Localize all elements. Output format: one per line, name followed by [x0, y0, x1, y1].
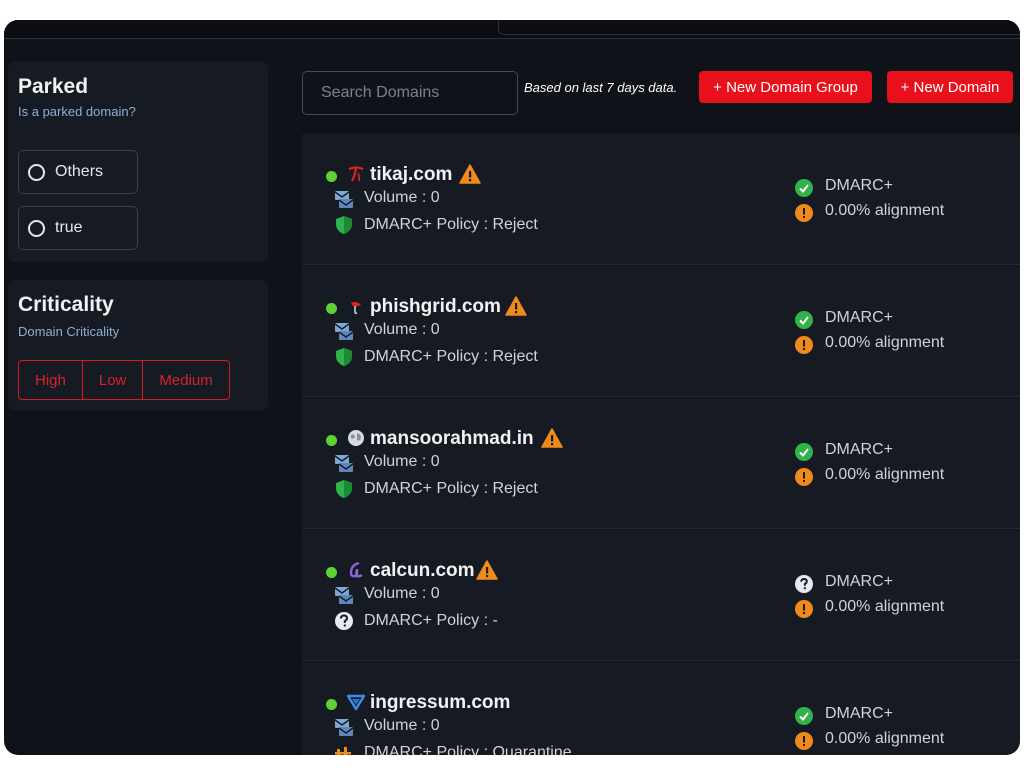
domain-volume: Volume : 0	[364, 585, 440, 602]
domain-volume: Volume : 0	[364, 453, 440, 470]
tikaj-logo-icon	[346, 164, 366, 184]
quarantine-icon	[335, 747, 351, 755]
alignment-value: 0.00% alignment	[825, 730, 945, 747]
domain-name[interactable]: mansoorahmad.in	[370, 428, 534, 450]
criticality-low-button[interactable]: Low	[81, 361, 143, 399]
domain-card[interactable]: calcun.com Volume : 0 DMARC+ Policy : - …	[302, 530, 1020, 661]
domain-card[interactable]: tikaj.com Volume : 0 DMARC+ Policy : Rej…	[302, 134, 1020, 265]
status-dot-icon	[326, 303, 337, 314]
ingressum-logo-icon	[346, 692, 366, 712]
dmarc-policy: DMARC+ Policy : -	[364, 612, 498, 629]
domain-volume: Volume : 0	[364, 189, 440, 206]
domain-name[interactable]: tikaj.com	[370, 164, 452, 186]
criticality-filter-panel: Criticality Domain Criticality High Low …	[8, 280, 268, 410]
criticality-medium-button[interactable]: Medium	[142, 361, 228, 399]
check-circle-icon	[795, 443, 813, 461]
domain-card[interactable]: mansoorahmad.in Volume : 0 DMARC+ Policy…	[302, 398, 1020, 529]
parked-filter-panel: Parked Is a parked domain? Others true	[8, 62, 268, 262]
alert-circle-icon	[795, 336, 813, 354]
app-window: Parked Is a parked domain? Others true C…	[4, 20, 1020, 755]
status-dot-icon	[326, 171, 337, 182]
dmarc-status: DMARC+	[825, 573, 894, 590]
radio-circle-icon	[28, 163, 45, 181]
dmarc-policy: DMARC+ Policy : Quarantine	[364, 744, 572, 755]
status-dot-icon	[326, 435, 337, 446]
warning-icon	[459, 164, 481, 184]
criticality-filter-subtitle: Domain Criticality	[18, 324, 120, 339]
shield-icon	[336, 480, 352, 498]
parked-option-true[interactable]: true	[18, 206, 138, 250]
criticality-filter-title: Criticality	[18, 293, 114, 316]
dmarc-status: DMARC+	[825, 441, 894, 458]
data-range-note: Based on last 7 days data.	[524, 80, 678, 95]
alert-circle-icon	[795, 732, 813, 750]
radio-circle-icon	[28, 219, 45, 237]
domain-name[interactable]: phishgrid.com	[370, 296, 501, 318]
dmarc-policy: DMARC+ Policy : Reject	[364, 348, 538, 365]
parked-filter-title: Parked	[18, 75, 89, 98]
domain-volume: Volume : 0	[364, 717, 440, 734]
top-bar	[4, 20, 1020, 39]
mail-volume-icon	[334, 587, 354, 604]
parked-option-others[interactable]: Others	[18, 150, 138, 194]
question-circle-icon	[335, 612, 353, 630]
question-circle-icon	[795, 575, 813, 593]
alert-circle-icon	[795, 468, 813, 486]
dmarc-policy: DMARC+ Policy : Reject	[364, 216, 538, 233]
mail-volume-icon	[334, 323, 354, 340]
parked-filter-subtitle: Is a parked domain?	[18, 104, 136, 119]
status-dot-icon	[326, 699, 337, 710]
domain-volume: Volume : 0	[364, 321, 440, 338]
mail-volume-icon	[334, 191, 354, 208]
mail-volume-icon	[334, 455, 354, 472]
domain-card[interactable]: phishgrid.com Volume : 0 DMARC+ Policy :…	[302, 266, 1020, 397]
warning-icon	[541, 428, 563, 448]
criticality-high-button[interactable]: High	[19, 361, 82, 399]
warning-icon	[505, 296, 527, 316]
parked-option-label: Others	[55, 163, 104, 180]
check-circle-icon	[795, 179, 813, 197]
status-dot-icon	[326, 567, 337, 578]
alignment-value: 0.00% alignment	[825, 202, 945, 219]
alignment-value: 0.00% alignment	[825, 598, 945, 615]
domain-name[interactable]: calcun.com	[370, 560, 475, 582]
alert-circle-icon	[795, 600, 813, 618]
dmarc-status: DMARC+	[825, 705, 894, 722]
new-domain-button[interactable]: + New Domain	[887, 71, 1013, 103]
dmarc-status: DMARC+	[825, 177, 894, 194]
check-circle-icon	[795, 311, 813, 329]
alignment-value: 0.00% alignment	[825, 466, 945, 483]
criticality-button-group: High Low Medium	[18, 360, 230, 400]
dmarc-policy: DMARC+ Policy : Reject	[364, 480, 538, 497]
warning-icon	[476, 560, 498, 580]
calcun-logo-icon	[346, 560, 366, 580]
domain-name[interactable]: ingressum.com	[370, 692, 510, 714]
globe-icon	[346, 428, 366, 448]
search-domains-input[interactable]	[302, 71, 518, 115]
domain-card[interactable]: ingressum.com Volume : 0 DMARC+ Policy :…	[302, 662, 1020, 755]
alert-circle-icon	[795, 204, 813, 222]
phishgrid-logo-icon	[346, 296, 366, 316]
top-bar-segment	[498, 20, 1020, 35]
parked-option-label: true	[55, 219, 83, 236]
check-circle-icon	[795, 707, 813, 725]
new-domain-group-button[interactable]: + New Domain Group	[699, 71, 872, 103]
shield-icon	[336, 216, 352, 234]
dmarc-status: DMARC+	[825, 309, 894, 326]
shield-icon	[336, 348, 352, 366]
alignment-value: 0.00% alignment	[825, 334, 945, 351]
mail-volume-icon	[334, 719, 354, 736]
